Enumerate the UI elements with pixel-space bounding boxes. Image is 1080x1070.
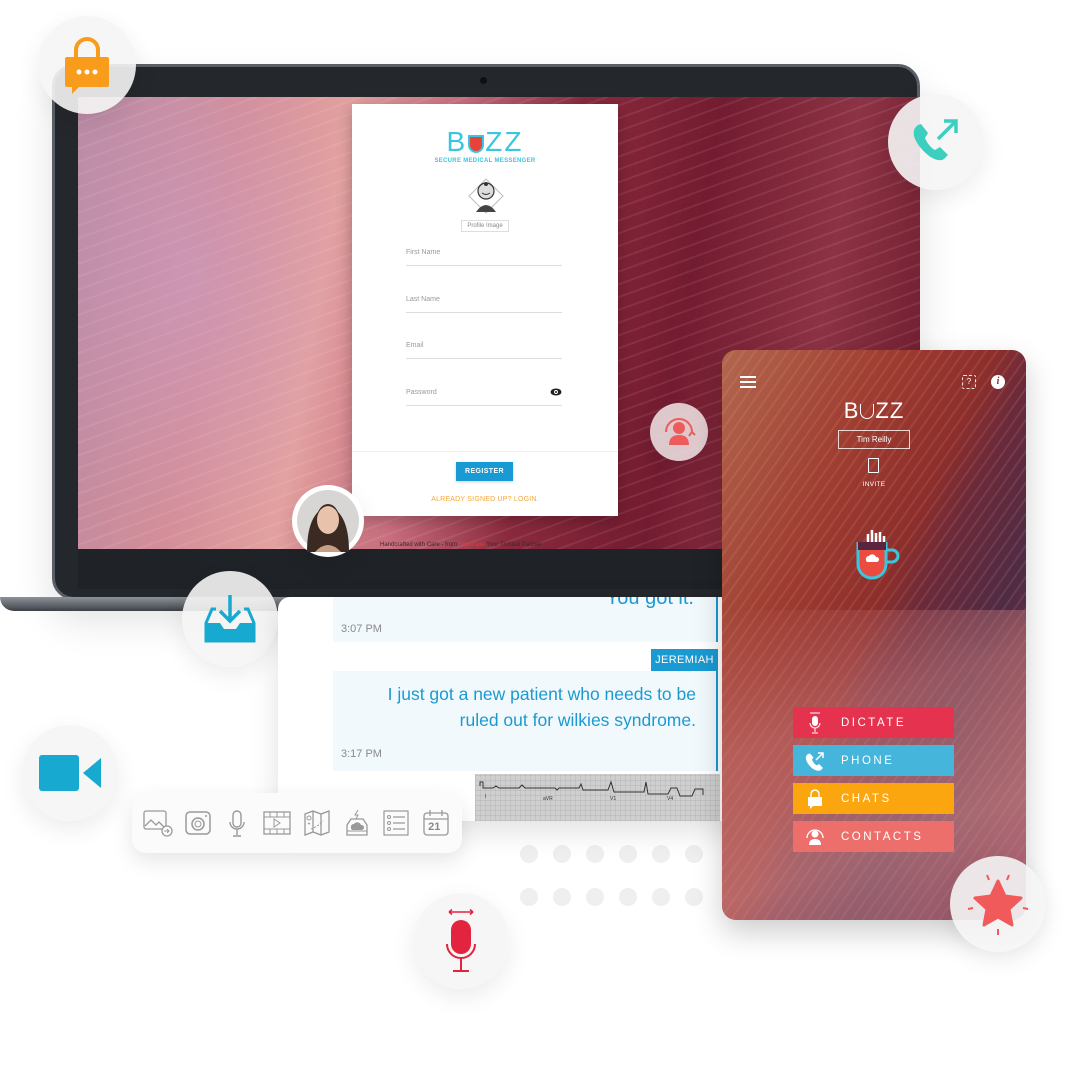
chats-button[interactable]: CHATS <box>793 783 954 814</box>
microphone-icon <box>446 908 476 972</box>
register-card: B ZZ SECURE MEDICAL MESSENGER Profile Ima… <box>352 104 618 516</box>
inbox-download-icon <box>204 595 256 643</box>
dictate-button[interactable]: DICTATE <box>793 707 954 738</box>
checklist-icon[interactable] <box>381 808 411 838</box>
tagline: SECURE MEDICAL MESSENGER <box>434 158 536 164</box>
first-name-field[interactable]: First Name <box>406 246 562 266</box>
chat-message: You got it. 3:07 PM <box>333 597 718 642</box>
camera-icon[interactable] <box>183 808 213 838</box>
image-share-icon[interactable] <box>143 808 173 838</box>
invite-label[interactable]: INVITE <box>722 481 1026 488</box>
attachment-toolbar: 21 <box>132 793 462 853</box>
contact-sync-icon <box>665 418 696 445</box>
logo-text-zz: ZZ <box>875 398 905 423</box>
microphone-icon <box>809 712 821 733</box>
phone-outgoing-icon <box>913 119 958 161</box>
decorative-dots <box>520 845 703 906</box>
password-field[interactable]: Password <box>406 386 562 406</box>
sender-name-badge: JEREMIAH <box>651 649 718 671</box>
buzz-cup-logo-icon <box>856 530 900 580</box>
register-button[interactable]: REGISTER <box>456 462 513 481</box>
lock-chat-icon <box>808 788 822 809</box>
woman-portrait <box>297 490 359 552</box>
chat-message: I just got a new patient who needs to be… <box>333 671 718 771</box>
logo-text-b: B <box>843 398 860 423</box>
email-field[interactable]: Email <box>406 339 562 359</box>
chats-label: CHATS <box>841 792 892 805</box>
info-icon[interactable]: i <box>991 375 1005 389</box>
last-name-field[interactable]: Last Name <box>406 293 562 313</box>
download-inbox-button[interactable] <box>182 571 278 667</box>
invite-icon[interactable] <box>868 458 879 473</box>
phone-button[interactable]: PHONE <box>793 745 954 776</box>
buzz-logo: B ZZ <box>352 126 618 158</box>
message-text: You got it. <box>605 597 694 609</box>
ecg-lead-label: V1 <box>610 796 616 802</box>
first-name-placeholder: First Name <box>406 249 441 256</box>
ecg-lead-label: I <box>485 794 486 800</box>
ecg-lead-label: aVR <box>543 796 553 802</box>
doctor-avatar-icon[interactable] <box>468 176 504 214</box>
contact-sync-button[interactable] <box>650 403 708 461</box>
message-time: 3:17 PM <box>341 748 382 760</box>
user-avatar-woman[interactable] <box>292 485 364 557</box>
ecg-lead-label: V4 <box>667 796 673 802</box>
last-name-placeholder: Last Name <box>406 296 440 303</box>
cloud-drive-icon[interactable] <box>342 808 372 838</box>
video-icon[interactable] <box>262 808 292 838</box>
phone-app-screen: ? i B ZZ Tim Reilly INVITE DICTATE PHONE … <box>722 350 1026 920</box>
password-placeholder: Password <box>406 389 437 396</box>
user-name-box[interactable]: Tim Reilly <box>838 430 910 449</box>
video-camera-icon <box>39 755 101 791</box>
video-call-button[interactable] <box>22 725 118 821</box>
phone-label: PHONE <box>841 754 895 767</box>
dictate-label: DICTATE <box>841 716 906 729</box>
cup-outline-icon <box>860 404 875 419</box>
calendar-day-number: 21 <box>428 821 441 833</box>
laptop-camera <box>480 77 487 84</box>
footer-brand-link[interactable]: Skyscape <box>459 542 485 548</box>
divider <box>352 451 618 452</box>
buzz-logo-white: B ZZ <box>722 398 1026 424</box>
ecg-trace: I aVR V1 V4 <box>479 780 704 802</box>
contacts-button[interactable]: CONTACTS <box>793 821 954 852</box>
map-icon[interactable] <box>302 808 332 838</box>
cup-icon <box>468 135 485 153</box>
contacts-label: CONTACTS <box>841 830 924 843</box>
secure-chat-button[interactable] <box>38 16 136 114</box>
footer-suffix: Your Trusted Partner <box>484 542 542 548</box>
eye-icon[interactable] <box>550 387 562 397</box>
dictate-mic-button[interactable] <box>413 893 509 989</box>
star-icon <box>967 874 1029 935</box>
favorite-star-button[interactable] <box>950 856 1046 952</box>
hamburger-menu-icon[interactable] <box>740 376 756 388</box>
calendar-icon[interactable]: 21 <box>421 808 451 838</box>
message-text: I just got a new patient who needs to be… <box>387 684 696 730</box>
outgoing-call-button[interactable] <box>888 94 984 190</box>
microphone-icon[interactable] <box>222 808 252 838</box>
chat-panel: You got it. 3:07 PM JEREMIAH I just got … <box>278 597 762 821</box>
email-placeholder: Email <box>406 342 424 349</box>
logo-text-b: B <box>446 126 468 157</box>
contact-icon <box>806 828 824 845</box>
screen-footer: Handcrafted with Care - from Skyscape Yo… <box>380 542 541 548</box>
ecg-attachment-image[interactable]: I aVR V1 V4 <box>475 774 720 821</box>
login-link[interactable]: ALREADY SIGNED UP? LOGIN. <box>352 496 618 503</box>
message-time: 3:07 PM <box>341 623 382 635</box>
logo-text-zz: ZZ <box>485 126 524 157</box>
help-scan-icon[interactable]: ? <box>962 375 976 389</box>
profile-image-button[interactable]: Profile Image <box>461 220 509 232</box>
footer-prefix: Handcrafted with Care - from <box>380 542 459 548</box>
lock-chat-icon <box>65 37 109 94</box>
phone-outgoing-icon <box>805 751 824 771</box>
